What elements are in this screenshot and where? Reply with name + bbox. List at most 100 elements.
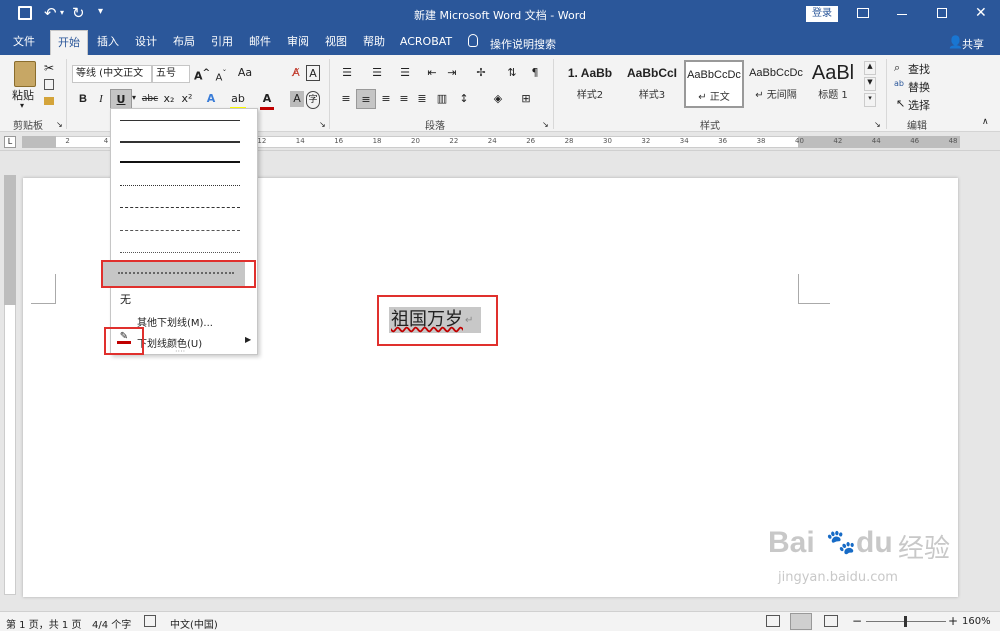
- subscript-button[interactable]: x₂: [162, 91, 176, 107]
- columns-icon[interactable]: ▥: [434, 91, 450, 107]
- char-border-icon[interactable]: A: [306, 65, 320, 81]
- numbering-icon[interactable]: ☰: [368, 65, 386, 81]
- justify-icon[interactable]: ≡: [396, 91, 412, 107]
- underline-option-dotted[interactable]: [120, 185, 240, 186]
- proofing-icon[interactable]: [144, 615, 156, 627]
- undo-dropdown-icon[interactable]: ▾: [60, 8, 64, 17]
- styles-launcher-icon[interactable]: ↘: [874, 120, 881, 129]
- underline-option-dash-dot-dot[interactable]: [120, 252, 240, 253]
- format-painter-icon[interactable]: [44, 97, 54, 105]
- shrink-font-icon[interactable]: Aˇ: [214, 65, 228, 86]
- sort-icon[interactable]: ⇅: [504, 65, 520, 81]
- paragraph-launcher-icon[interactable]: ↘: [542, 120, 549, 129]
- paste-dropdown-icon[interactable]: ▾: [20, 101, 24, 110]
- line-spacing-icon[interactable]: ↕: [456, 91, 472, 107]
- increase-indent-icon[interactable]: ⇥: [444, 65, 460, 81]
- tab-mailings[interactable]: 邮件: [244, 30, 276, 55]
- show-marks-icon[interactable]: ¶: [528, 65, 542, 81]
- clipboard-launcher-icon[interactable]: ↘: [56, 120, 63, 129]
- tab-review[interactable]: 审阅: [282, 30, 314, 55]
- ribbon-display-icon[interactable]: [857, 8, 869, 18]
- language-status[interactable]: 中文(中国): [170, 616, 218, 631]
- tab-insert[interactable]: 插入: [92, 30, 124, 55]
- underline-color-option[interactable]: 下划线颜色(U): [137, 335, 202, 350]
- save-icon[interactable]: [18, 6, 32, 20]
- superscript-button[interactable]: x²: [180, 91, 194, 107]
- style-item-3[interactable]: AaBbCcI 样式3: [622, 60, 682, 108]
- word-count[interactable]: 4/4 个字: [92, 616, 131, 631]
- tab-home[interactable]: 开始: [50, 30, 88, 55]
- bullets-icon[interactable]: ☰: [338, 65, 356, 81]
- font-color-icon[interactable]: A: [260, 91, 274, 110]
- copy-icon[interactable]: [44, 79, 54, 90]
- zoom-out-button[interactable]: −: [852, 614, 862, 628]
- style-item-normal[interactable]: AaBbCcDc ↵ 正文: [684, 60, 744, 108]
- underline-option-words[interactable]: [120, 141, 240, 143]
- replace-button[interactable]: 替换: [908, 79, 930, 95]
- more-underlines-option[interactable]: 其他下划线(M)...: [137, 314, 213, 329]
- text-effects-icon[interactable]: A: [204, 91, 218, 107]
- underline-option-double[interactable]: [120, 161, 240, 163]
- shading-icon[interactable]: ◈: [490, 91, 506, 107]
- paste-icon[interactable]: [14, 61, 36, 87]
- char-shading-icon[interactable]: A: [290, 91, 304, 107]
- font-size-select[interactable]: 五号: [152, 65, 190, 83]
- collapse-ribbon-icon[interactable]: ∧: [982, 117, 989, 127]
- tab-selector-icon[interactable]: L: [4, 136, 16, 148]
- align-right-icon[interactable]: ≡: [378, 91, 394, 107]
- bold-button[interactable]: B: [76, 91, 90, 107]
- underline-option-dashed[interactable]: [120, 207, 240, 208]
- close-icon[interactable]: ✕: [975, 5, 987, 21]
- tab-design[interactable]: 设计: [130, 30, 162, 55]
- grow-font-icon[interactable]: A^: [194, 65, 210, 85]
- vertical-ruler[interactable]: [0, 151, 20, 597]
- tab-references[interactable]: 引用: [206, 30, 238, 55]
- style-item-heading1[interactable]: AaBl 标题 1: [806, 60, 860, 108]
- enclose-char-icon[interactable]: 字: [306, 91, 320, 109]
- italic-button[interactable]: I: [94, 91, 108, 107]
- clear-format-icon[interactable]: A̸: [288, 65, 304, 81]
- underline-dropdown-icon[interactable]: ▾: [132, 93, 136, 102]
- tab-acrobat[interactable]: ACROBAT: [396, 30, 456, 55]
- login-button[interactable]: 登录: [806, 6, 838, 22]
- web-layout-icon[interactable]: [824, 615, 838, 627]
- styles-scroll-up-icon[interactable]: ▲: [864, 61, 876, 75]
- print-layout-icon[interactable]: [790, 613, 812, 630]
- share-button[interactable]: 共享: [962, 36, 984, 52]
- tab-view[interactable]: 视图: [320, 30, 352, 55]
- tab-layout[interactable]: 布局: [168, 30, 200, 55]
- styles-scroll-down-icon[interactable]: ▼: [864, 77, 876, 91]
- font-launcher-icon[interactable]: ↘: [319, 120, 326, 129]
- undo-icon[interactable]: ↶: [44, 4, 57, 22]
- select-button[interactable]: 选择: [908, 97, 930, 113]
- multilevel-list-icon[interactable]: ☰: [396, 65, 414, 81]
- maximize-icon[interactable]: [937, 8, 947, 18]
- page-count[interactable]: 第 1 页，共 1 页: [6, 616, 81, 631]
- chinese-layout-icon[interactable]: ✢: [472, 65, 490, 81]
- redo-icon[interactable]: ↻: [72, 4, 85, 22]
- tab-help[interactable]: 帮助: [358, 30, 390, 55]
- tell-me-search[interactable]: 操作说明搜索: [490, 36, 556, 52]
- align-left-icon[interactable]: ≡: [338, 91, 354, 107]
- align-center-icon[interactable]: ≡: [356, 89, 376, 109]
- cut-icon[interactable]: ✂: [44, 61, 54, 75]
- change-case-button[interactable]: Aa: [236, 65, 254, 81]
- customize-qat-icon[interactable]: ▾: [98, 6, 103, 17]
- style-item-no-spacing[interactable]: AaBbCcDc ↵ 无间隔: [746, 60, 806, 108]
- font-name-select[interactable]: 等线 (中文正文: [72, 65, 152, 83]
- zoom-in-button[interactable]: +: [948, 614, 958, 628]
- menu-resize-grip[interactable]: ····: [175, 347, 185, 356]
- decrease-indent-icon[interactable]: ⇤: [424, 65, 440, 81]
- find-button[interactable]: 查找: [908, 61, 930, 77]
- styles-more-icon[interactable]: ▾: [864, 93, 876, 107]
- borders-icon[interactable]: ⊞: [518, 91, 534, 107]
- style-item-2[interactable]: 1. AaBb 样式2: [560, 60, 620, 108]
- underline-none-option[interactable]: 无: [120, 291, 131, 307]
- strikethrough-button[interactable]: abc: [140, 91, 160, 107]
- zoom-slider-thumb[interactable]: [904, 616, 907, 627]
- read-mode-icon[interactable]: [766, 615, 780, 627]
- zoom-level[interactable]: 160%: [962, 616, 991, 627]
- distributed-icon[interactable]: ≣: [414, 91, 430, 107]
- underline-option-single[interactable]: [120, 120, 240, 121]
- underline-option-dash-dot[interactable]: [120, 230, 240, 231]
